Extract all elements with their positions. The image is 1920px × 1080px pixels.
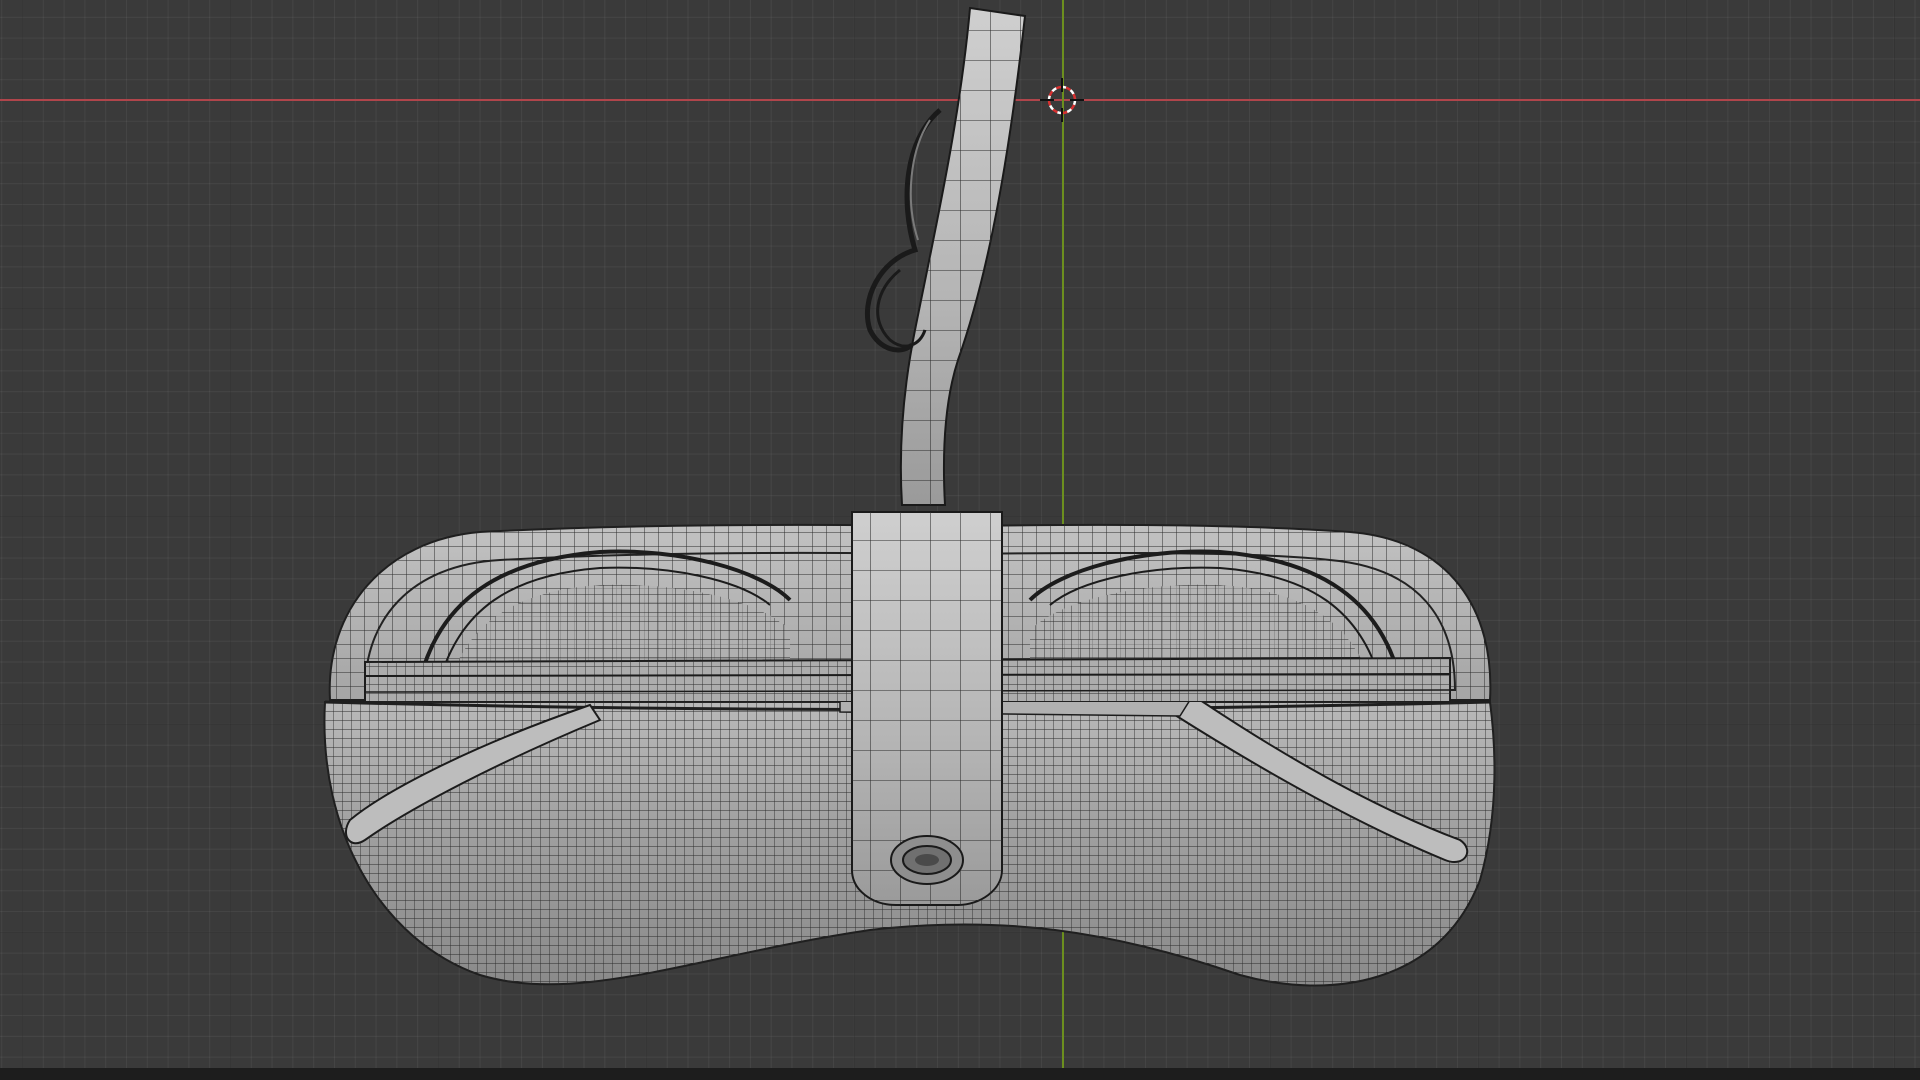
3d-cursor-icon[interactable] (1040, 78, 1084, 122)
bottom-edge-bar (0, 1068, 1920, 1080)
3d-viewport[interactable] (0, 0, 1920, 1068)
case-strap[interactable] (851, 6, 1027, 906)
mesh-scene[interactable] (0, 0, 1920, 1068)
